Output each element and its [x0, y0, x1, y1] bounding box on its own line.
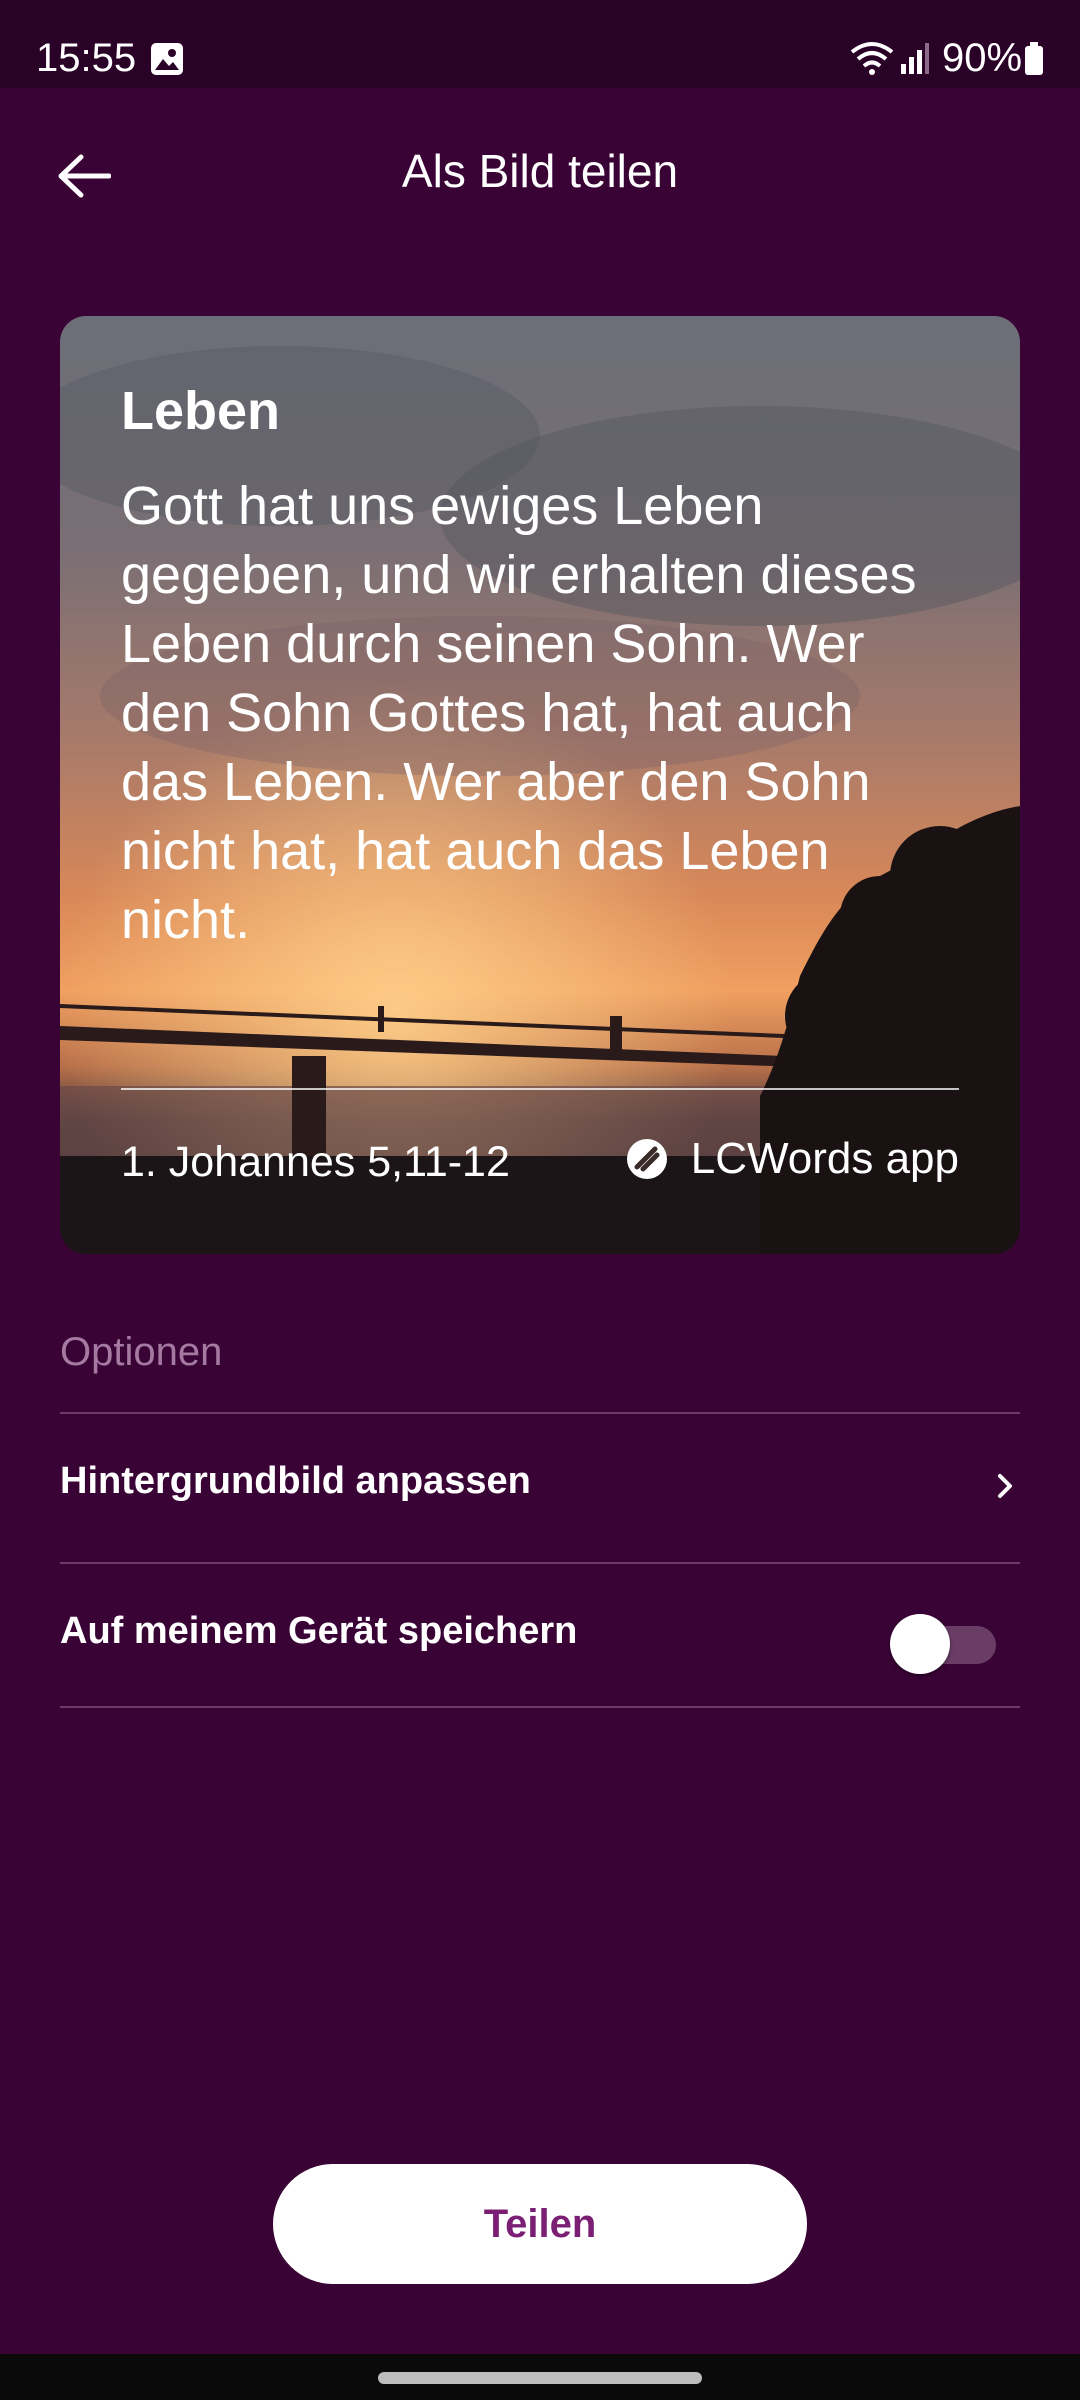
- system-navigation-bar: [0, 2354, 1080, 2400]
- card-heading: Leben: [121, 381, 281, 441]
- wifi-icon: [850, 42, 894, 75]
- status-time: 15:55: [36, 36, 137, 80]
- card-verse-text: Gott hat uns ewiges Leben gegeben, und w…: [121, 476, 917, 950]
- status-bar: 15:55 90%: [0, 0, 1080, 88]
- divider: [60, 1706, 1020, 1708]
- lcwords-logo-icon: [626, 1139, 667, 1179]
- verse-preview-card: Leben Gott hat uns ewiges Leben gegeben,…: [60, 316, 1020, 1254]
- option-save-on-device-label: Auf meinem Gerät speichern: [60, 1610, 578, 1652]
- option-adjust-background[interactable]: Hintergrundbild anpassen: [60, 1414, 1020, 1560]
- battery-percentage: 90%: [942, 36, 1023, 80]
- app-bar: Als Bild teilen: [0, 88, 1080, 258]
- signal-icon: [901, 43, 929, 74]
- chevron-right-icon: [998, 1474, 1012, 1498]
- card-divider: [121, 1088, 959, 1090]
- options-section-label: Optionen: [60, 1330, 223, 1374]
- gallery-icon: [151, 43, 183, 75]
- page-title: Als Bild teilen: [401, 145, 679, 197]
- share-button[interactable]: Teilen: [273, 2164, 807, 2284]
- option-save-on-device[interactable]: Auf meinem Gerät speichern: [60, 1564, 1020, 1710]
- battery-icon: [1025, 42, 1043, 75]
- brand-name: LCWords app: [690, 1134, 959, 1183]
- option-adjust-background-label: Hintergrundbild anpassen: [60, 1460, 531, 1502]
- save-on-device-toggle[interactable]: [890, 1614, 996, 1674]
- card-reference: 1. Johannes 5,11-12: [121, 1138, 510, 1186]
- card-brand: LCWords app: [625, 1134, 959, 1184]
- home-indicator[interactable]: [378, 2372, 702, 2384]
- toggle-knob: [890, 1614, 950, 1674]
